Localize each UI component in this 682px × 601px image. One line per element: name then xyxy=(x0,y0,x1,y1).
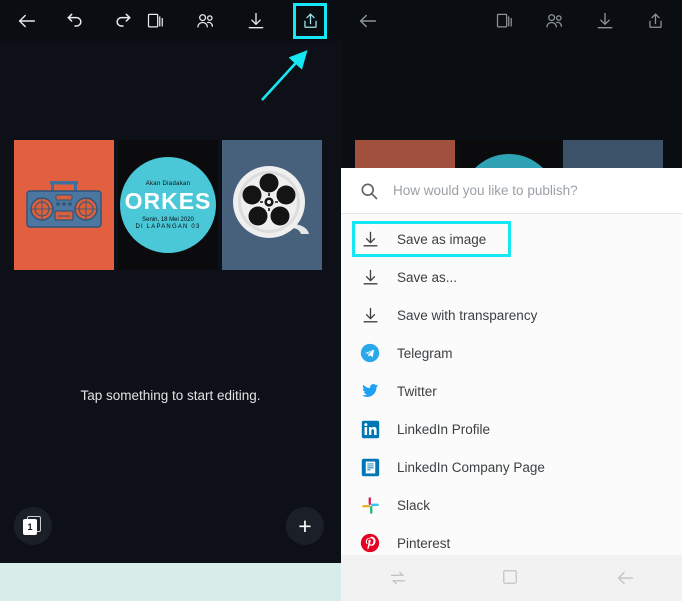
collaborators-icon[interactable] xyxy=(193,8,219,34)
publish-option-twitter[interactable]: Twitter xyxy=(341,372,682,410)
pages-icon[interactable] xyxy=(492,8,518,34)
publish-options-list: Save as image Save as... Save with trans… xyxy=(341,214,682,562)
publish-option-label: LinkedIn Profile xyxy=(397,421,491,437)
recents-icon[interactable] xyxy=(387,567,409,589)
publish-option-save-as[interactable]: Save as... xyxy=(341,258,682,296)
publish-search-input[interactable] xyxy=(379,183,682,198)
telegram-icon xyxy=(359,342,381,364)
publish-option-label: Telegram xyxy=(397,345,453,361)
dual-screenshot: Akan Diadakan ORKES Senin, 18 Mei 2020 D… xyxy=(0,0,682,601)
add-button-label: + xyxy=(298,512,312,539)
add-button[interactable]: + xyxy=(286,507,324,545)
redo-icon[interactable] xyxy=(110,8,136,34)
linkedin-icon xyxy=(359,418,381,440)
boombox-icon xyxy=(26,181,102,228)
android-navbar xyxy=(341,555,682,601)
left-toolbar xyxy=(0,0,341,41)
share-icon xyxy=(297,8,323,34)
search-icon xyxy=(359,181,379,201)
publish-option-save-as-image[interactable]: Save as image xyxy=(341,220,682,258)
slack-icon xyxy=(359,494,381,516)
back-icon[interactable] xyxy=(614,567,636,589)
orkes-line2: Senin, 18 Mei 2020 xyxy=(142,216,194,223)
publish-option-telegram[interactable]: Telegram xyxy=(341,334,682,372)
left-bottom-strip xyxy=(0,563,341,601)
twitter-icon xyxy=(359,380,381,402)
download-icon[interactable] xyxy=(592,8,618,34)
orkes-title: ORKES xyxy=(124,187,212,214)
artboard-boombox[interactable] xyxy=(14,140,114,270)
back-arrow-icon[interactable] xyxy=(14,8,40,34)
share-icon[interactable] xyxy=(642,8,668,34)
artboard-film-reel[interactable] xyxy=(222,140,322,270)
download-icon xyxy=(359,266,381,288)
publish-search-row[interactable] xyxy=(341,168,682,214)
collaborators-icon[interactable] xyxy=(542,8,568,34)
linkedin-company-icon xyxy=(359,456,381,478)
publish-option-label: Pinterest xyxy=(397,535,451,551)
publish-option-label: Save with transparency xyxy=(397,307,538,323)
artboard-strip: Akan Diadakan ORKES Senin, 18 Mei 2020 D… xyxy=(14,140,322,270)
orkes-line3: DI LAPANGAN 03 xyxy=(135,223,201,230)
pinterest-icon xyxy=(359,532,381,554)
publish-option-label: Twitter xyxy=(397,383,437,399)
save-as-image-highlight-box xyxy=(352,221,511,257)
editor-hint-text: Tap something to start editing. xyxy=(80,388,261,403)
right-publish-screen: Save as image Save as... Save with trans… xyxy=(341,0,682,601)
publish-option-label: Slack xyxy=(397,497,431,513)
pointer-arrow-annotation xyxy=(261,50,308,101)
left-editor-screen: Akan Diadakan ORKES Senin, 18 Mei 2020 D… xyxy=(0,0,341,601)
publish-option-save-with-transparency[interactable]: Save with transparency xyxy=(341,296,682,334)
orkes-line1: Akan Diadakan xyxy=(145,180,191,187)
publish-option-label: LinkedIn Company Page xyxy=(397,459,545,475)
download-icon[interactable] xyxy=(243,8,269,34)
download-icon xyxy=(359,304,381,326)
right-toolbar xyxy=(341,0,682,41)
publish-option-linkedin-company-page[interactable]: LinkedIn Company Page xyxy=(341,448,682,486)
film-reel-icon xyxy=(233,166,309,238)
home-icon[interactable] xyxy=(500,567,522,589)
page-counter-button[interactable]: 1 xyxy=(14,507,52,545)
publish-option-slack[interactable]: Slack xyxy=(341,486,682,524)
undo-icon[interactable] xyxy=(62,8,88,34)
publish-option-label: Save as... xyxy=(397,269,458,285)
orkes-circle: Akan Diadakan ORKES Senin, 18 Mei 2020 D… xyxy=(120,157,216,253)
pages-icon[interactable] xyxy=(143,8,169,34)
artboard-orkes[interactable]: Akan Diadakan ORKES Senin, 18 Mei 2020 D… xyxy=(118,140,218,270)
page-count-label: 1 xyxy=(23,519,37,535)
back-arrow-icon[interactable] xyxy=(355,8,381,34)
page-stack-icon: 1 xyxy=(23,516,43,536)
publish-sheet: Save as image Save as... Save with trans… xyxy=(341,168,682,555)
share-button[interactable] xyxy=(293,2,327,39)
publish-option-linkedin-profile[interactable]: LinkedIn Profile xyxy=(341,410,682,448)
